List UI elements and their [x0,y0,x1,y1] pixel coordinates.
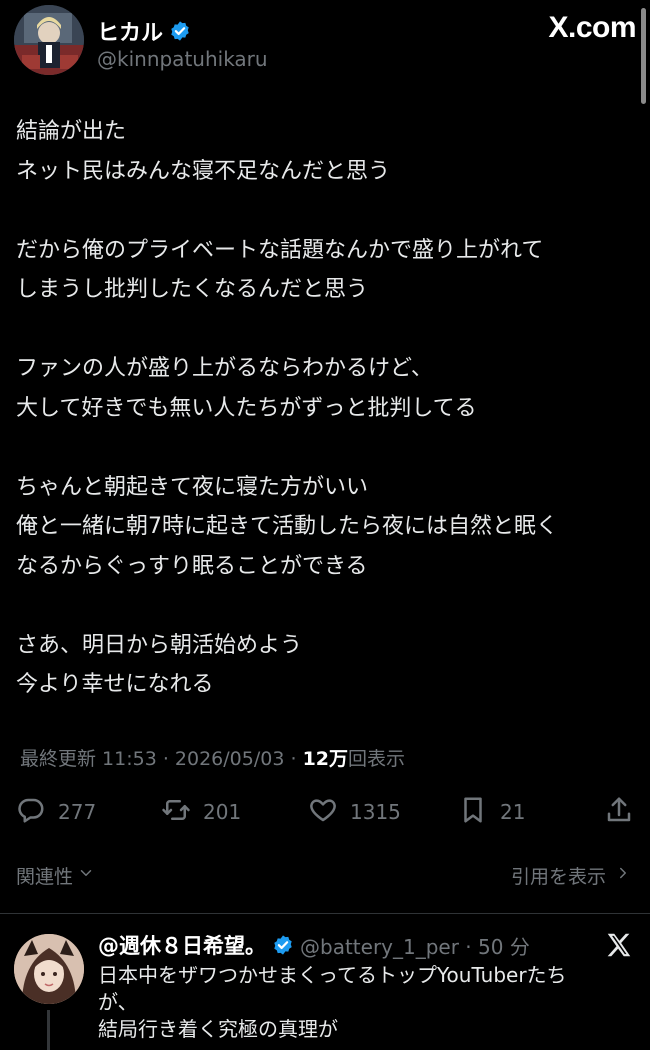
reply-header: @週休８日希望。 @battery_1_per · 50 分 [98,930,530,960]
divider [0,913,650,914]
related-row: 関連性 引用を表示 [16,858,632,892]
author-display-name[interactable]: ヒカル [97,15,163,47]
share-icon [604,795,634,830]
tweet-line: だから俺のプライベートな話題なんかで盛り上がれて [16,237,544,263]
tweet-line: 結論が出た [16,119,127,144]
tweet-line: さあ、明日から朝活始めよう [16,632,303,658]
reply-handle-time[interactable]: @battery_1_per · 50 分 [300,931,530,960]
reply-avatar[interactable] [14,934,84,1004]
action-bar: 277 201 1315 21 [16,792,636,832]
updated-timestamp[interactable]: 最終更新 11:53 · 2026/05/03 [20,748,284,770]
tweet-header: ヒカル @kinnpatuhikaru X.com [14,5,636,80]
tweet-line: ファンの人が盛り上がるならわかるけど、 [16,356,433,381]
heart-icon [308,795,338,830]
tweet-line: 俺と一緒に朝7時に起きて活動したら夜には自然と眠く [16,514,558,539]
like-button[interactable]: 1315 [308,792,401,832]
views-count: 12万 [302,748,349,770]
bookmark-button[interactable]: 21 [458,792,525,832]
view-quotes-label: 引用を表示 [510,866,606,888]
tweet-text: 結論が出た ネット民はみんな寝不足なんだと思う だから俺のプライベートな話題なん… [16,112,634,705]
reply-line: が、 [98,990,138,1014]
thread-connector [47,1010,50,1050]
reply-line: 日本中をザワつかせまくってるトップYouTuberたち [98,963,567,987]
verified-badge-icon [272,934,294,956]
tweet-line: 今より幸せになれる [16,672,214,697]
chevron-right-icon [614,864,632,887]
share-button[interactable] [604,792,634,832]
bookmark-icon [458,795,488,830]
x-logo-icon [604,930,634,960]
tweet-line: ネット民はみんな寝不足なんだと思う [16,158,391,184]
tweet-line: 大して好きでも無い人たちがずっと批判してる [16,395,477,421]
author-avatar[interactable] [14,5,84,75]
sort-label: 関連性 [16,866,74,888]
meta-separator: · [284,748,303,770]
reply-text: 日本中をザワつかせまくってるトップYouTuberたち が、 結局行き着く究極の… [98,962,630,1043]
tweet-line: なるからぐっすり眠ることができる [16,553,368,579]
views-label: 回表示 [348,748,406,770]
comment-icon [16,795,46,830]
tweet-line: しまうし批判したくなるんだと思う [16,277,369,302]
reply-count: 277 [58,800,97,824]
bookmark-count: 21 [500,800,526,824]
tweet-line: ちゃんと朝起きて夜に寝た方がいい [16,474,369,500]
author-handle[interactable]: @kinnpatuhikaru [97,47,268,71]
repost-count: 201 [203,800,242,824]
verified-badge-icon [169,20,191,42]
reply-button[interactable]: 277 [16,792,96,832]
sort-relevance-dropdown[interactable]: 関連性 [16,862,95,889]
like-count: 1315 [350,800,401,824]
repost-icon [161,795,191,830]
author-name-row[interactable]: ヒカル [97,15,191,47]
repost-button[interactable]: 201 [161,792,241,832]
brand-logo: X.com [548,11,636,44]
reply-tweet[interactable]: @週休８日希望。 @battery_1_per · 50 分 日本中をザワつかせ… [0,928,650,1050]
tweet-meta: 最終更新 11:53 · 2026/05/03 · 12万回表示 [20,744,405,771]
view-quotes-link[interactable]: 引用を表示 [511,862,632,889]
chevron-down-icon [77,864,95,887]
scrollbar[interactable] [641,8,646,104]
reply-display-name[interactable]: @週休８日希望。 [98,930,266,960]
